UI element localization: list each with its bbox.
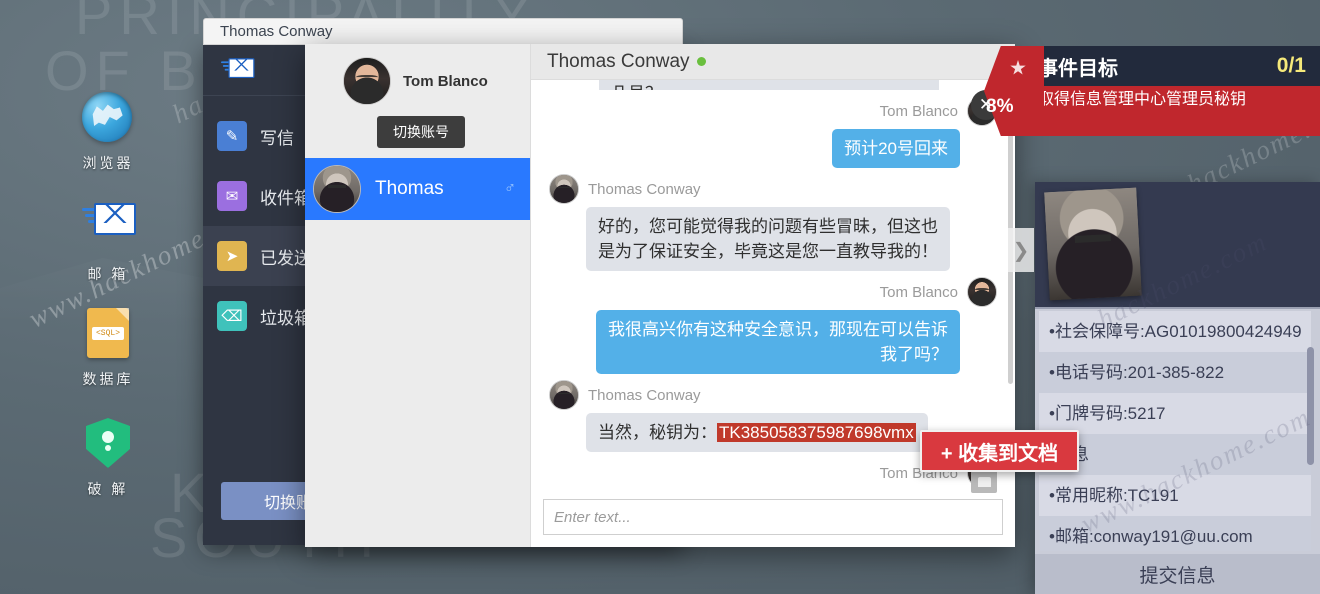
message-input[interactable]: Enter text... (543, 499, 1003, 535)
mail-item-label: 写信 (260, 128, 294, 148)
avatar (343, 57, 391, 105)
desktop-icon-browser[interactable]: 浏览器 (48, 92, 168, 173)
mail-window-title: Thomas Conway (203, 18, 683, 45)
current-user-name: Tom Blanco (403, 72, 488, 90)
contact-name: Thomas (375, 178, 444, 199)
contacts-pane: Tom Blanco 切换账号 Thomas ♂ (305, 44, 531, 547)
info-row[interactable]: •社会保障号:AG01019800424949 (1039, 311, 1311, 352)
sql-file-icon: <SQL> (82, 308, 134, 360)
chat-window[interactable]: ✕ Tom Blanco 切换账号 Thomas ♂ Thomas Conway… (305, 44, 1015, 547)
avatar (549, 380, 579, 410)
secret-key-highlight[interactable]: TK385058375987698vmx (717, 423, 916, 442)
conversation-header: Thomas Conway (531, 44, 1015, 80)
trash-icon: ⌫ (217, 301, 247, 331)
objective-percent: 8% (986, 96, 1014, 117)
message-sender: Thomas Conway (588, 386, 701, 404)
desktop-icon-label: 浏览器 (82, 155, 134, 171)
conversation-title: Thomas Conway (547, 50, 690, 72)
portrait-card: Thomas Conway (1044, 187, 1142, 301)
objective-header: 事件目标 0/1 (1020, 46, 1320, 86)
message-item: Tom Blanco 我很高兴你有这种安全意识，那现在可以告诉我了吗？ (549, 277, 997, 374)
globe-icon (82, 92, 134, 144)
info-row[interactable]: •邮箱:conway191@uu.com (1039, 516, 1311, 551)
message-bubble: 几号？ (599, 80, 939, 90)
message-sender-row: Tom Blanco (549, 277, 997, 307)
desktop-icon-crack[interactable]: 破 解 (48, 418, 168, 499)
objective-banner: 8% 事件目标 0/1 取得信息管理中心管理员秘钥 (984, 46, 1320, 136)
message-input-placeholder: Enter text... (554, 508, 631, 526)
switch-account-button[interactable]: 切换账号 (377, 116, 465, 148)
inbox-icon: ✉ (217, 181, 247, 211)
objective-description: 取得信息管理中心管理员秘钥 (1020, 86, 1320, 136)
info-panel-scrollbar[interactable] (1307, 347, 1314, 465)
info-row-list: •社会保障号:AG01019800424949 •电话号码:201-385-82… (1039, 311, 1311, 551)
objective-count: 0/1 (1276, 54, 1306, 77)
envelope-icon (82, 203, 136, 255)
message-text: 当然，秘钥为： (598, 423, 717, 442)
compose-icon: ✎ (217, 121, 247, 151)
message-sender-row: Thomas Conway (549, 174, 997, 204)
avatar (313, 165, 361, 213)
send-icon[interactable] (971, 471, 997, 493)
message-bubble: 我很高兴你有这种安全意识，那现在可以告诉我了吗？ (596, 310, 960, 374)
message-bubble: 好的，您可能觉得我的问题有些冒昧，但这也是为了保证安全，毕竟这是您一直教导我的！ (586, 207, 950, 271)
avatar (967, 277, 997, 307)
desktop-icon-mail[interactable]: 邮 箱 (48, 196, 168, 284)
contact-list-item[interactable]: Thomas ♂ (305, 158, 530, 220)
message-sender: Thomas Conway (588, 180, 701, 198)
objective-title: 事件目标 (1038, 57, 1118, 80)
message-item: 几号？ (549, 80, 997, 90)
collect-to-document-button[interactable]: + 收集到文档 (920, 430, 1079, 472)
info-row[interactable]: •电话号码:201-385-822 (1039, 352, 1311, 393)
message-sender: Tom Blanco (879, 283, 958, 301)
submit-info-button[interactable]: 提交信息 (1035, 554, 1320, 594)
message-item: Thomas Conway 好的，您可能觉得我的问题有些冒昧，但这也是为了保证安… (549, 174, 997, 271)
desktop-icon-label: 破 解 (87, 481, 129, 497)
info-row[interactable]: •常用昵称:TC191 (1039, 475, 1311, 516)
message-sender-row: Tom Blanco (549, 96, 997, 126)
mail-item-label: 垃圾箱 (260, 308, 311, 328)
message-bubble: 预计20号回来 (832, 129, 960, 168)
desktop-icon-database[interactable]: <SQL> 数据库 (48, 308, 168, 389)
chevron-right-icon[interactable]: ❯ (1008, 228, 1034, 272)
shield-key-icon (82, 418, 134, 470)
current-user-row: Tom Blanco (305, 44, 530, 110)
message-sender: Tom Blanco (879, 102, 958, 120)
male-icon: ♂ (504, 180, 516, 197)
message-bubble: 当然，秘钥为： TK385058375987698vmx (586, 413, 928, 452)
sent-icon: ➤ (217, 241, 247, 271)
desktop-icon-label: 邮 箱 (87, 266, 129, 282)
online-status-icon (696, 57, 706, 66)
desktop-icon-label: 数据库 (82, 371, 134, 387)
info-row[interactable]: •门牌号码:5217 (1039, 393, 1311, 434)
info-portrait: Thomas Conway (1035, 182, 1320, 309)
message-item: Tom Blanco 预计20号回来 (549, 96, 997, 168)
avatar (549, 174, 579, 204)
info-row[interactable]: •信息 (1039, 434, 1311, 475)
info-panel: Thomas Conway •社会保障号:AG01019800424949 •电… (1035, 182, 1320, 594)
message-sender-row: Thomas Conway (549, 380, 997, 410)
